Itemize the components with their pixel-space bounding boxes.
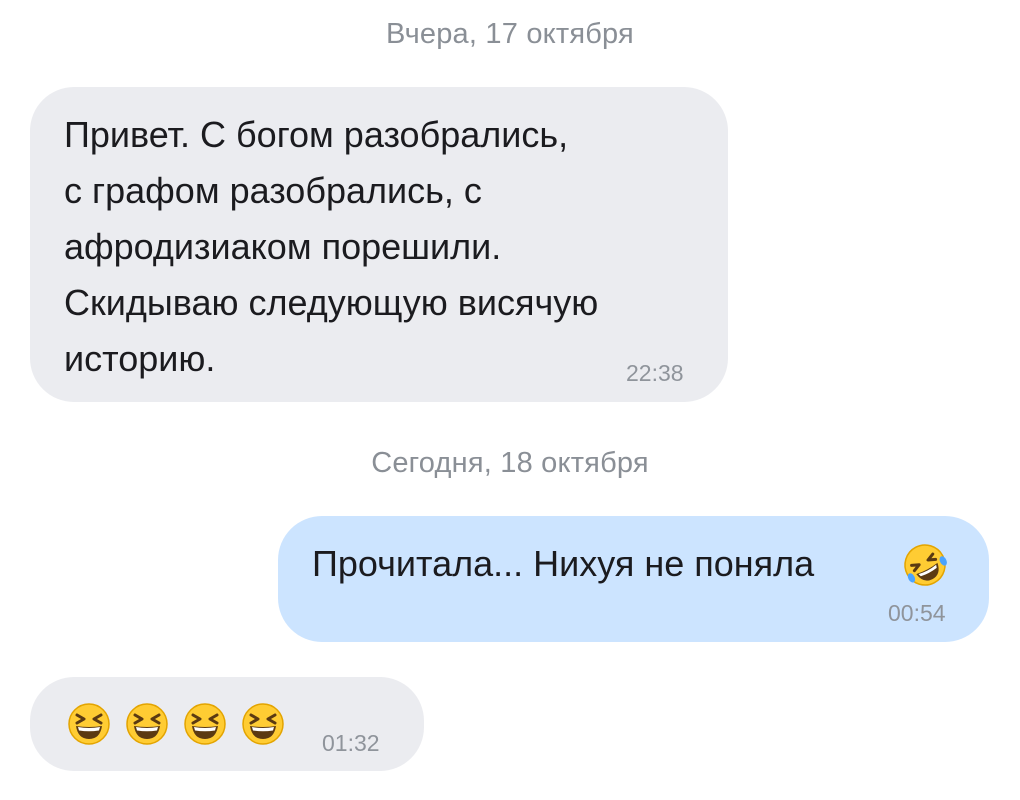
message-timestamp: 01:32 bbox=[322, 730, 380, 756]
message-timestamp: 22:38 bbox=[626, 360, 684, 386]
date-separator-today: Сегодня, 18 октября bbox=[371, 447, 649, 479]
message-text: Привет. С богом разобрались, с графом ра… bbox=[64, 114, 599, 379]
message-bubble-incoming[interactable]: Привет. С богом разобрались, с графом ра… bbox=[30, 87, 728, 402]
rolling-on-floor-laughing-emoji bbox=[904, 544, 947, 586]
grinning-squinting-face-emoji bbox=[184, 703, 226, 745]
grinning-squinting-face-emoji bbox=[126, 703, 168, 745]
message-text: Прочитала... Нихуя не поняла bbox=[312, 543, 815, 584]
date-separator-yesterday: Вчера, 17 октября bbox=[386, 18, 634, 50]
message-timestamp: 00:54 bbox=[888, 600, 946, 626]
grinning-squinting-face-emoji bbox=[242, 703, 284, 745]
message-bubble-outgoing[interactable]: Прочитала... Нихуя не поняла 00:54 bbox=[278, 516, 989, 642]
grinning-squinting-face-emoji bbox=[68, 703, 110, 745]
message-bubble-incoming[interactable]: 01:32 bbox=[30, 677, 424, 771]
